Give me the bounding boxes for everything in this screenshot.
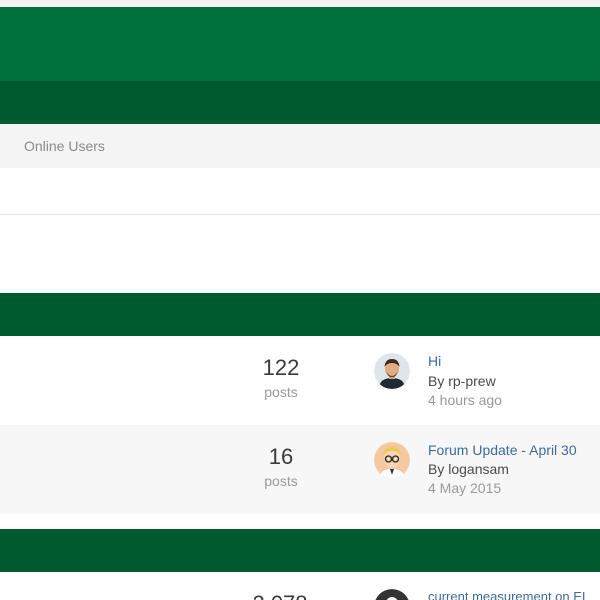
user-avatar-icon[interactable]: [374, 353, 410, 389]
forum-row[interactable]: 16 posts Forum Update - April 30 By loga…: [0, 425, 600, 514]
forum-page: Online Users 122 posts Hi By rp-prew 4 h…: [0, 0, 600, 600]
forum-row[interactable]: 122 posts Hi By rp-prew 4 hours ago: [0, 336, 600, 425]
category-header: [0, 293, 600, 336]
last-post-author[interactable]: By logansam: [428, 461, 509, 477]
site-header: [0, 7, 600, 81]
page-intro-area: [0, 215, 600, 293]
last-post-title-link[interactable]: Forum Update - April 30: [428, 442, 577, 458]
post-count: 2,078: [247, 591, 313, 600]
post-count: 122: [262, 355, 300, 380]
last-post-title-link[interactable]: Hi: [428, 353, 441, 369]
category-header: [0, 529, 600, 572]
online-users-link[interactable]: Online Users: [24, 138, 105, 154]
forum-row[interactable]: 2,078 current measurement on EI: [0, 572, 600, 600]
post-count-label: posts: [264, 384, 298, 400]
last-post-author[interactable]: By rp-prew: [428, 373, 496, 389]
post-count: 16: [268, 444, 294, 469]
last-post-time: 4 hours ago: [428, 392, 502, 408]
default-avatar-icon[interactable]: [374, 589, 410, 600]
main-navigation-bar: [0, 81, 600, 124]
post-count-label: posts: [264, 473, 298, 489]
secondary-navigation: Online Users: [0, 124, 600, 169]
last-post-title-link[interactable]: current measurement on EI: [428, 589, 586, 600]
last-post-time: 4 May 2015: [428, 480, 502, 496]
user-avatar-icon[interactable]: [374, 442, 410, 478]
breadcrumb-row: [0, 168, 600, 215]
